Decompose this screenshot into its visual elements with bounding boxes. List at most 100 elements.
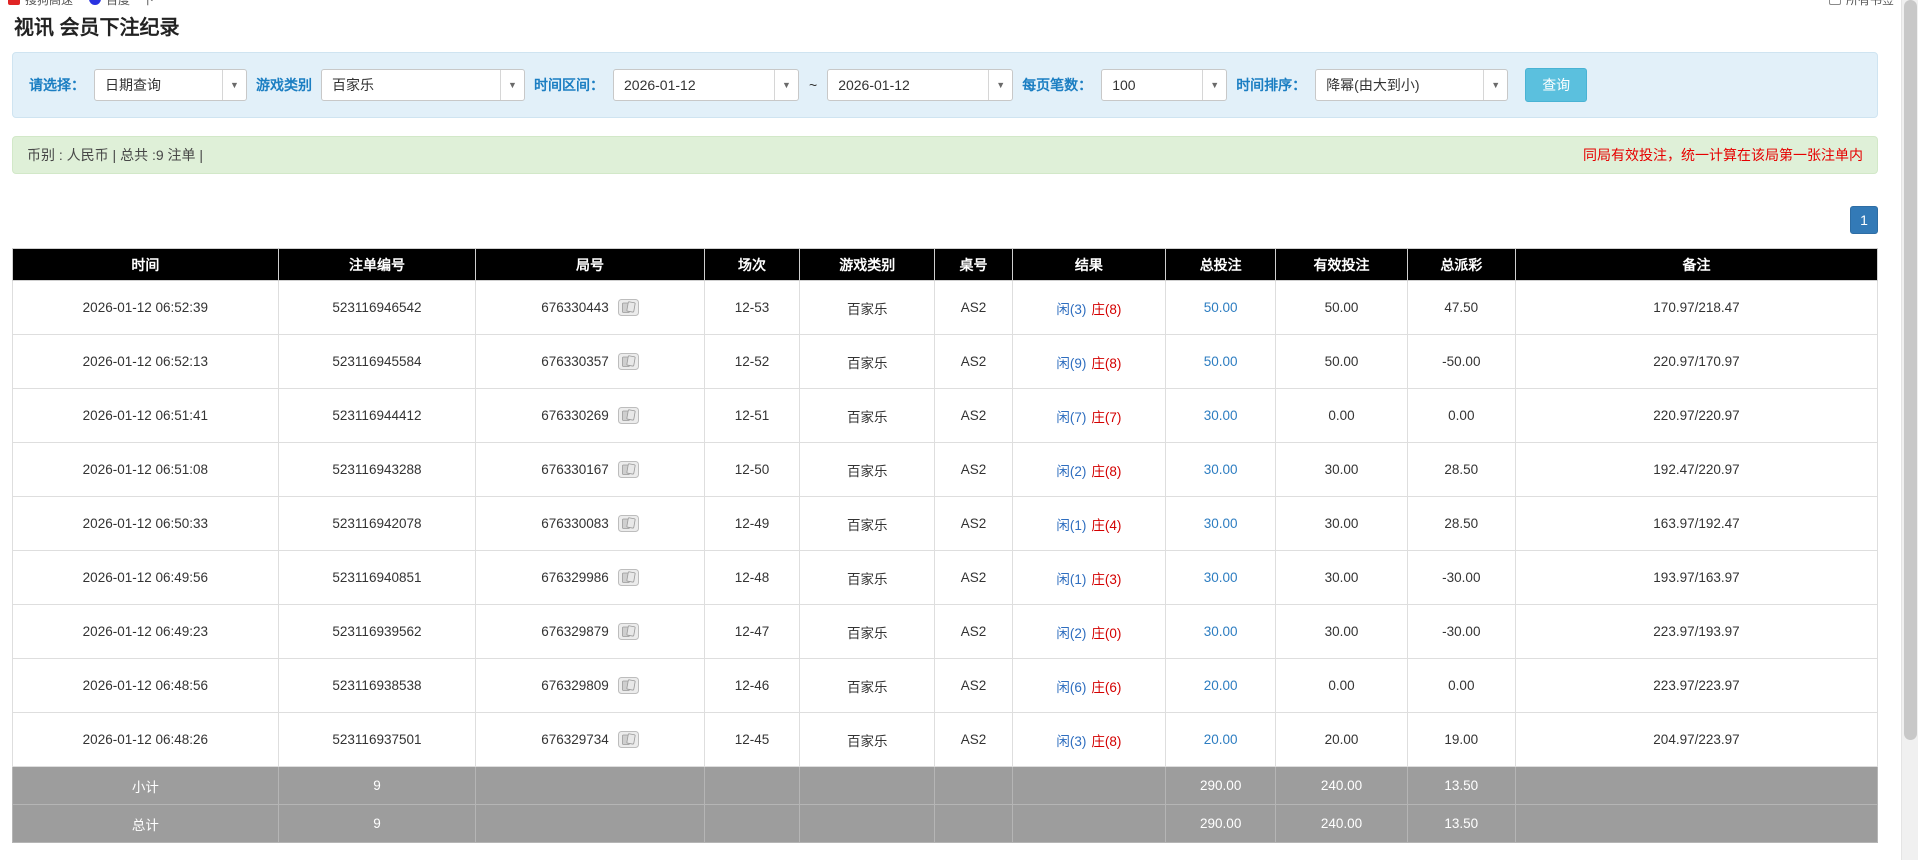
cards-replay-icon[interactable] (617, 515, 639, 532)
cell-payout: -50.00 (1406, 334, 1516, 389)
total-bet-link[interactable]: 30.00 (1204, 624, 1238, 639)
cell-valid-bet: 30.00 (1275, 550, 1408, 605)
table-row: 2026-01-12 06:48:26 523116937501 6763297… (12, 712, 1879, 767)
chevron-down-icon: ▼ (1483, 70, 1507, 100)
cards-replay-icon[interactable] (617, 299, 639, 316)
time-range-label: 时间区间： (534, 77, 604, 93)
result-player: 闲(3) (1056, 733, 1087, 749)
browser-bookmarks-bar: 搜狗高速 百度一下 所有书签 (0, 0, 1918, 10)
chevron-down-icon: ▼ (500, 70, 524, 100)
cards-replay-icon[interactable] (617, 731, 639, 748)
cell-remark: 223.97/193.97 (1514, 604, 1879, 659)
cell-game: 百家乐 (799, 712, 936, 767)
col-header-5: 桌号 (934, 248, 1013, 281)
cell-table-no: AS2 (934, 442, 1013, 497)
cell-bet-id: 523116942078 (277, 496, 477, 551)
summary-bar: 币别 : 人民币 | 总共 :9 注单 | 同局有效投注，统一计算在该局第一张注… (12, 136, 1878, 174)
total-bet-link[interactable]: 30.00 (1204, 570, 1238, 585)
cell-round: 676330167 (475, 442, 705, 497)
cell-game: 百家乐 (799, 334, 936, 389)
cell-remark: 220.97/220.97 (1514, 388, 1879, 443)
table-row: 2026-01-12 06:49:56 523116940851 6763299… (12, 550, 1879, 605)
total-bet-link[interactable]: 30.00 (1204, 408, 1238, 423)
summary-label: 总计 (12, 804, 279, 843)
cell-valid-bet: 0.00 (1275, 388, 1408, 443)
cell-bet-id: 523116939562 (277, 604, 477, 659)
page-1-button[interactable]: 1 (1850, 206, 1878, 234)
cell-remark: 204.97/223.97 (1514, 712, 1879, 767)
cell-payout: 28.50 (1406, 496, 1516, 551)
cell-time: 2026-01-12 06:51:08 (12, 442, 279, 497)
result-banker: 庄(8) (1091, 301, 1122, 317)
cell-game: 百家乐 (799, 550, 936, 605)
scrollbar-thumb[interactable] (1904, 0, 1917, 740)
all-bookmarks-button[interactable]: 所有书签 (1828, 0, 1894, 8)
cards-replay-icon[interactable] (617, 407, 639, 424)
total-bet-link[interactable]: 50.00 (1204, 354, 1238, 369)
bookmark-item-baidu[interactable]: 百度一下 (89, 0, 154, 8)
summary-valid-bet: 240.00 (1275, 766, 1408, 805)
col-header-2: 局号 (475, 248, 705, 281)
cell-total-bet: 50.00 (1165, 334, 1277, 389)
result-banker: 庄(0) (1091, 625, 1122, 641)
cell-payout: 47.50 (1406, 280, 1516, 335)
cell-result: 闲(1) 庄(4) (1011, 496, 1167, 551)
cell-round: 676329734 (475, 712, 705, 767)
table-row: 2026-01-12 06:50:33 523116942078 6763300… (12, 496, 1879, 551)
cell-game: 百家乐 (799, 442, 936, 497)
result-banker: 庄(7) (1091, 409, 1122, 425)
cell-round: 676329986 (475, 550, 705, 605)
cell-payout: 19.00 (1406, 712, 1516, 767)
table-row: 2026-01-12 06:51:41 523116944412 6763302… (12, 388, 1879, 443)
sogou-icon (8, 0, 20, 5)
col-header-10: 备注 (1514, 248, 1879, 281)
cards-replay-icon[interactable] (617, 569, 639, 586)
summary-empty-cell (799, 804, 936, 843)
total-bet-link[interactable]: 30.00 (1204, 516, 1238, 531)
cell-bet-id: 523116938538 (277, 658, 477, 713)
total-bet-link[interactable]: 50.00 (1204, 300, 1238, 315)
cell-result: 闲(2) 庄(0) (1011, 604, 1167, 659)
date-to-select[interactable]: 2026-01-12 ▼ (827, 69, 1014, 101)
cell-game: 百家乐 (799, 496, 936, 551)
cell-bet-id: 523116946542 (277, 280, 477, 335)
cards-replay-icon[interactable] (617, 623, 639, 640)
vertical-scrollbar[interactable] (1901, 0, 1918, 860)
search-button[interactable]: 查询 (1525, 68, 1588, 102)
total-bet-link[interactable]: 20.00 (1204, 732, 1238, 747)
page-size-select[interactable]: 100 ▼ (1101, 69, 1228, 101)
cell-total-bet: 20.00 (1165, 658, 1277, 713)
cell-session: 12-52 (703, 334, 801, 389)
time-sort-select[interactable]: 降幂(由大到小) ▼ (1315, 69, 1509, 101)
total-bet-link[interactable]: 20.00 (1204, 678, 1238, 693)
cell-total-bet: 30.00 (1165, 550, 1277, 605)
query-type-select[interactable]: 日期查询 ▼ (94, 69, 247, 101)
bookmark-item-sogou[interactable]: 搜狗高速 (8, 0, 73, 8)
pagination: 1 (12, 206, 1878, 234)
game-category-label: 游戏类别 (256, 77, 312, 93)
query-type-label: 请选择： (29, 77, 85, 93)
summary-empty-cell (703, 766, 801, 805)
cell-result: 闲(6) 庄(6) (1011, 658, 1167, 713)
summary-empty-cell (934, 766, 1013, 805)
game-category-select[interactable]: 百家乐 ▼ (321, 69, 525, 101)
col-header-7: 总投注 (1165, 248, 1277, 281)
date-range-separator: ~ (809, 77, 818, 93)
col-header-6: 结果 (1011, 248, 1167, 281)
cell-total-bet: 30.00 (1165, 442, 1277, 497)
cell-time: 2026-01-12 06:52:13 (12, 334, 279, 389)
cards-replay-icon[interactable] (617, 677, 639, 694)
bookmarks-panel-icon (1828, 0, 1841, 5)
cell-result: 闲(7) 庄(7) (1011, 388, 1167, 443)
game-category-value: 百家乐 (332, 77, 374, 93)
cards-replay-icon[interactable] (617, 353, 639, 370)
total-bet-link[interactable]: 30.00 (1204, 462, 1238, 477)
summary-count: 9 (277, 766, 477, 805)
page-size-value: 100 (1112, 77, 1136, 93)
cell-game: 百家乐 (799, 280, 936, 335)
col-header-4: 游戏类别 (799, 248, 936, 281)
result-player: 闲(9) (1056, 355, 1087, 371)
summary-total-bet: 290.00 (1165, 804, 1277, 843)
date-from-select[interactable]: 2026-01-12 ▼ (613, 69, 799, 101)
cards-replay-icon[interactable] (617, 461, 639, 478)
